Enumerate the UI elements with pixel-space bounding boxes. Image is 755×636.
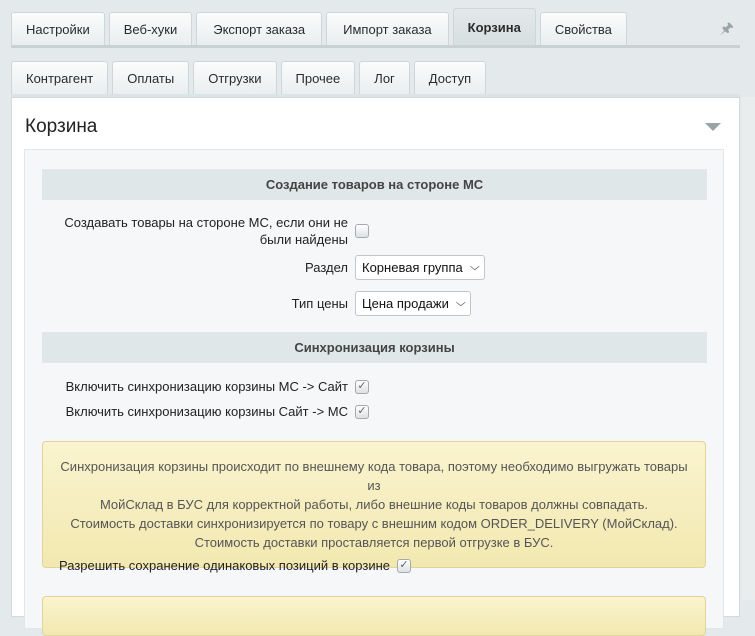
note-line: Стоимость доставки синхронизируется по т… bbox=[53, 514, 695, 533]
sync-ms-site-label: Включить синхронизацию корзины МС -> Сай… bbox=[42, 378, 355, 395]
sync-site-ms-row: Включить синхронизацию корзины Сайт -> М… bbox=[42, 403, 707, 420]
razdel-select[interactable]: Корневая группа ⌵ bbox=[355, 255, 485, 280]
allow-duplicates-row: Разрешить сохранение одинаковых позиций … bbox=[59, 558, 724, 573]
info-note bbox=[42, 596, 706, 636]
allow-duplicates-label: Разрешить сохранение одинаковых позиций … bbox=[59, 558, 397, 573]
create-products-checkbox[interactable] bbox=[355, 224, 369, 238]
divider bbox=[11, 45, 740, 48]
razdel-value: Корневая группа bbox=[362, 260, 463, 275]
collapse-icon[interactable] bbox=[705, 123, 721, 131]
tab-shipments[interactable]: Отгрузки bbox=[193, 61, 276, 94]
tab-payments[interactable]: Оплаты bbox=[112, 61, 189, 94]
price-type-value: Цена продажи bbox=[362, 296, 449, 311]
cart-panel: Корзина Создание товаров на стороне МС С… bbox=[11, 97, 740, 617]
razdel-row: Раздел Корневая группа ⌵ bbox=[42, 255, 707, 280]
section-header-create: Создание товаров на стороне МС bbox=[42, 169, 707, 200]
panel-title: Корзина bbox=[25, 116, 97, 138]
pin-icon[interactable]: 🖈︎ bbox=[720, 18, 734, 43]
tab-access[interactable]: Доступ bbox=[414, 61, 486, 94]
sync-info-note: Синхронизация корзины происходит по внеш… bbox=[42, 441, 706, 568]
settings-form: Создание товаров на стороне МС Создавать… bbox=[24, 149, 724, 629]
note-line: Синхронизация корзины происходит по внеш… bbox=[53, 457, 695, 495]
allow-duplicates-checkbox[interactable]: ✓ bbox=[397, 559, 411, 573]
sync-ms-site-row: Включить синхронизацию корзины МС -> Сай… bbox=[42, 378, 707, 395]
price-type-select[interactable]: Цена продажи ⌵ bbox=[355, 291, 471, 316]
note-line: МойСклад в БУС для корректной работы, ли… bbox=[53, 495, 695, 514]
tab-webhooks[interactable]: Веб-хуки bbox=[109, 12, 192, 45]
sub-tabs: Контрагент Оплаты Отгрузки Прочее Лог До… bbox=[11, 61, 486, 94]
section-header-sync: Синхронизация корзины bbox=[42, 332, 707, 363]
scrollbar[interactable] bbox=[742, 97, 755, 600]
sync-site-ms-checkbox[interactable]: ✓ bbox=[355, 405, 369, 419]
price-type-row: Тип цены Цена продажи ⌵ bbox=[42, 291, 707, 316]
tab-settings[interactable]: Настройки bbox=[11, 12, 105, 45]
tab-order-export[interactable]: Экспорт заказа bbox=[196, 12, 322, 45]
tab-order-import[interactable]: Импорт заказа bbox=[326, 12, 449, 45]
create-products-row: Создавать товары на стороне МС, если они… bbox=[42, 214, 707, 248]
note-line: Стоимость доставки проставляется первой … bbox=[53, 533, 695, 552]
tab-other[interactable]: Прочее bbox=[281, 61, 356, 94]
tab-cart[interactable]: Корзина bbox=[453, 8, 536, 45]
chevron-down-icon: ⌵ bbox=[456, 298, 466, 309]
razdel-label: Раздел bbox=[42, 259, 355, 276]
create-products-label: Создавать товары на стороне МС, если они… bbox=[42, 214, 355, 248]
tab-counterparty[interactable]: Контрагент bbox=[11, 61, 108, 94]
chevron-down-icon: ⌵ bbox=[470, 262, 480, 273]
tab-properties[interactable]: Свойства bbox=[540, 12, 627, 45]
price-type-label: Тип цены bbox=[42, 295, 355, 312]
main-tabs: Настройки Веб-хуки Экспорт заказа Импорт… bbox=[11, 12, 627, 45]
tab-log[interactable]: Лог bbox=[359, 61, 410, 94]
sync-ms-site-checkbox[interactable]: ✓ bbox=[355, 380, 369, 394]
sync-site-ms-label: Включить синхронизацию корзины Сайт -> М… bbox=[42, 403, 355, 420]
